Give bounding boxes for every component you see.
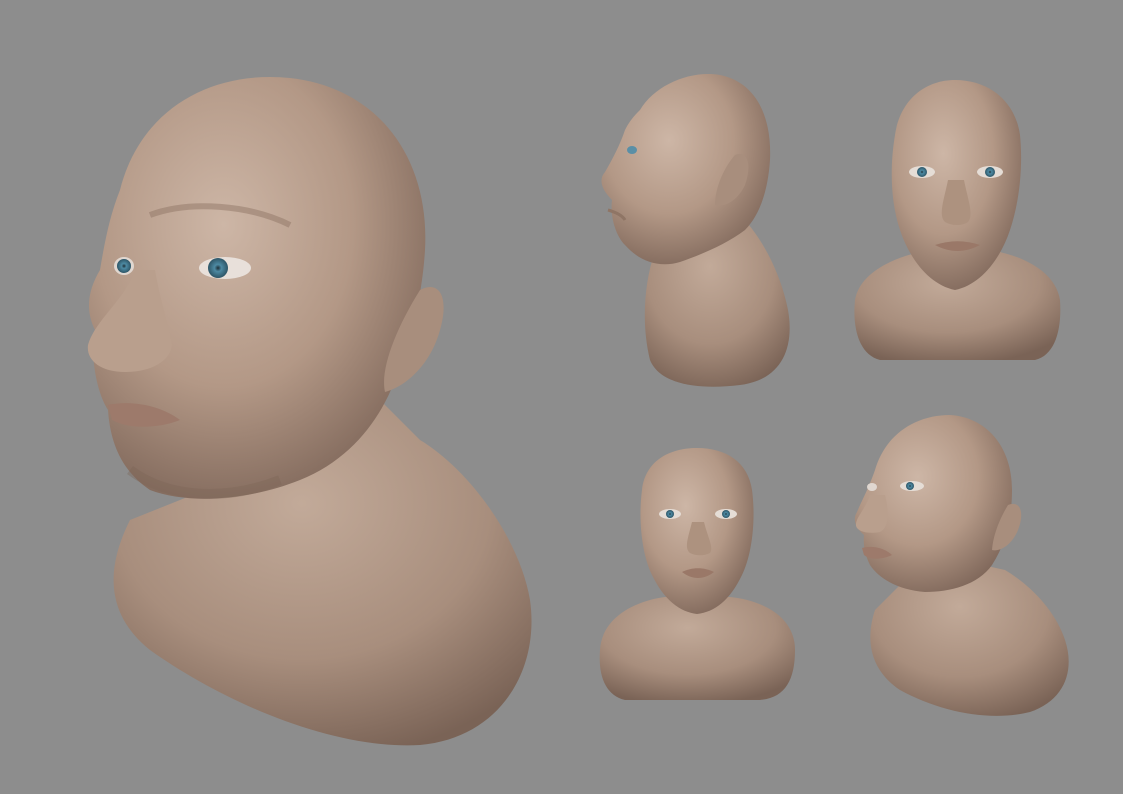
iris-left [208,258,228,278]
iris-right [985,167,995,177]
eye-right [867,483,877,491]
eye [627,146,637,154]
render-sheet [0,0,1123,794]
nose [855,495,888,533]
sculpt-renders [87,74,1069,746]
iris-right [722,510,730,518]
head-render-front [854,80,1061,360]
head-render-profile [601,74,790,387]
iris-left [917,167,927,177]
head-render-front-small [599,448,795,700]
head-render-three-quarter-large [87,76,532,746]
iris-left [906,482,914,490]
iris-right [117,259,131,273]
head-render-three-quarter-small [854,415,1069,716]
iris-left [666,510,674,518]
